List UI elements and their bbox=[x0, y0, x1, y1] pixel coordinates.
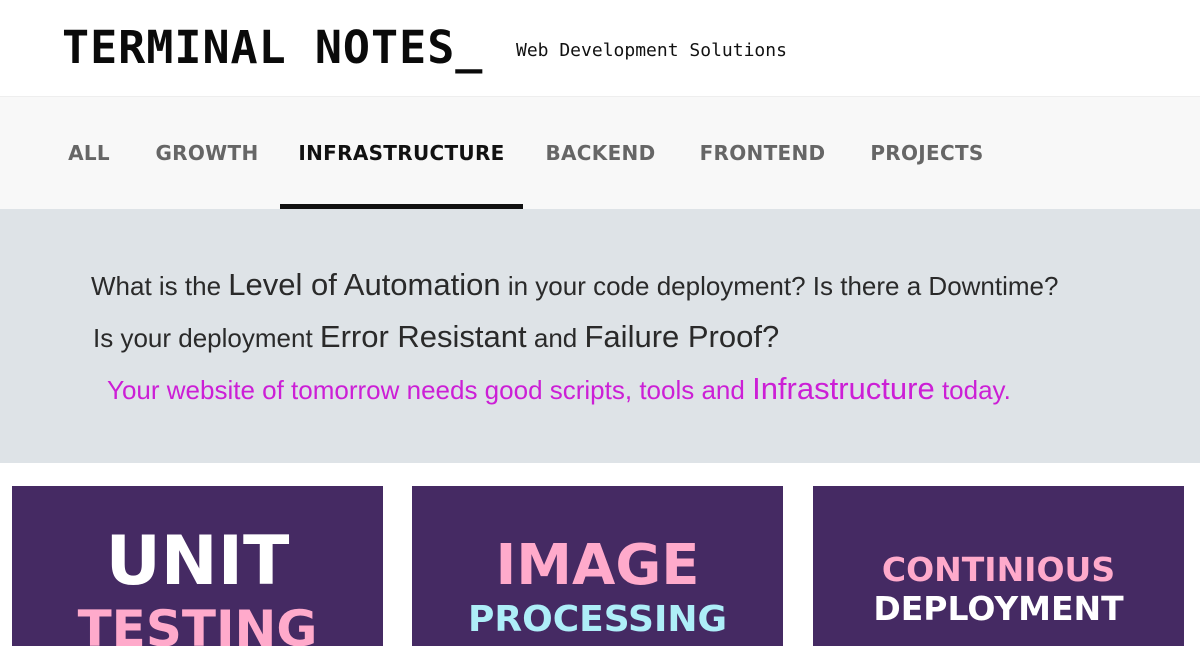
card-image-processing[interactable]: IMAGE PROCESSING bbox=[412, 486, 783, 646]
hero-text: Is your deployment bbox=[93, 323, 313, 353]
card-title-word1: IMAGE bbox=[495, 533, 700, 598]
card-unit-testing[interactable]: UNIT TESTING bbox=[12, 486, 383, 646]
site-header: TERMINAL NOTES_ Web Development Solution… bbox=[0, 0, 1200, 96]
hero-emphasis: Error Resistant bbox=[319, 319, 527, 354]
card-title-word1: CONTINIOUS bbox=[881, 550, 1116, 589]
nav-item-label: INFRASTRUCTURE bbox=[298, 141, 505, 165]
nav-item-backend[interactable]: BACKEND bbox=[534, 97, 667, 209]
hero-line-automation: What is the Level of Automation in your … bbox=[91, 267, 1058, 303]
nav-item-all[interactable]: ALL bbox=[55, 97, 123, 209]
hero-text: today. bbox=[941, 375, 1011, 405]
hero-text: and bbox=[533, 323, 578, 353]
hero-line-tagline: Your website of tomorrow needs good scri… bbox=[107, 371, 1011, 407]
nav-item-frontend[interactable]: FRONTEND bbox=[688, 97, 837, 209]
hero-banner: What is the Level of Automation in your … bbox=[0, 209, 1200, 463]
category-nav: ALL GROWTH INFRASTRUCTURE BACKEND FRONTE… bbox=[0, 96, 1200, 209]
hero-emphasis: Failure Proof bbox=[584, 319, 762, 354]
hero-text: in your code deployment? Is there a Down… bbox=[507, 271, 1059, 301]
nav-item-growth[interactable]: GROWTH bbox=[143, 97, 271, 209]
card-title-word2: PROCESSING bbox=[467, 599, 728, 640]
nav-item-label: BACKEND bbox=[545, 141, 656, 165]
hero-emphasis: Level of Automation bbox=[228, 267, 501, 302]
hero-text: What is the bbox=[91, 271, 222, 301]
site-title[interactable]: TERMINAL NOTES_ bbox=[62, 22, 483, 74]
card-continuous-deployment[interactable]: CONTINIOUS DEPLOYMENT bbox=[813, 486, 1184, 646]
nav-item-label: ALL bbox=[68, 141, 110, 165]
site-tagline: Web Development Solutions bbox=[516, 40, 787, 61]
hero-emphasis: Infrastructure bbox=[752, 371, 935, 406]
nav-item-label: GROWTH bbox=[155, 141, 259, 165]
card-title-word1: UNIT bbox=[105, 522, 290, 601]
hero-line-resilience: Is your deployment Error Resistant and F… bbox=[93, 319, 779, 355]
nav-item-infrastructure[interactable]: INFRASTRUCTURE bbox=[280, 97, 523, 209]
post-cards: UNIT TESTING IMAGE PROCESSING CONTINIOUS… bbox=[0, 463, 1200, 646]
nav-item-projects[interactable]: PROJECTS bbox=[857, 97, 997, 209]
hero-text: Your website of tomorrow needs good scri… bbox=[107, 375, 745, 405]
nav-item-label: PROJECTS bbox=[870, 141, 984, 165]
card-title-word2: DEPLOYMENT bbox=[873, 589, 1124, 628]
card-title-word2: TESTING bbox=[77, 600, 318, 646]
nav-item-label: FRONTEND bbox=[699, 141, 826, 165]
hero-text: ? bbox=[761, 319, 780, 354]
